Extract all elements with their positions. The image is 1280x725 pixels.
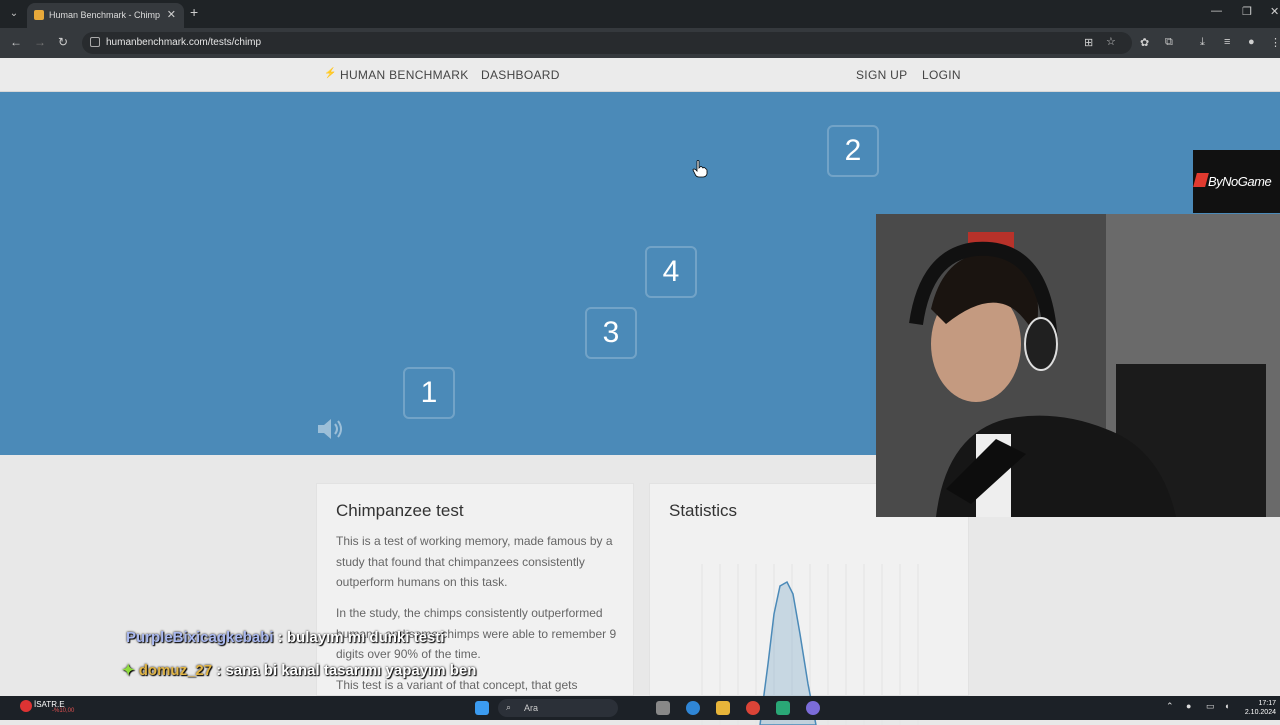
tray-chevron-icon[interactable]: ⌃ <box>1166 701 1174 712</box>
stock-change: -%10,00 <box>52 708 75 714</box>
number-cell-4[interactable]: 4 <box>645 246 697 298</box>
chat-message: ✦ domuz_27 : sana bi kanal tasarımı yapa… <box>122 661 476 679</box>
tab-search-icon[interactable]: ⌄ <box>6 6 22 22</box>
media-icon[interactable]: ≡ <box>1224 36 1230 48</box>
download-icon[interactable]: ⤓ <box>1200 36 1205 49</box>
search-icon: ⌕ <box>506 702 512 712</box>
stock-widget-icon[interactable] <box>20 700 32 712</box>
site-info-icon[interactable] <box>90 37 100 47</box>
nav-signup-link[interactable]: SIGN UP <box>856 68 907 82</box>
reload-icon[interactable]: ↻ <box>58 35 68 49</box>
stock-widget[interactable]: İSATR.E -%10,00 <box>34 700 74 714</box>
file-explorer-icon[interactable] <box>716 701 730 715</box>
taskbar-clock[interactable]: 17:17 2.10.2024 <box>1245 699 1276 717</box>
minimize-icon[interactable]: — <box>1211 5 1222 17</box>
volume-icon[interactable]: ◖ <box>1224 701 1229 711</box>
chat-text: : bulayım mı dunki testi <box>277 629 445 646</box>
extensions-puzzle-icon[interactable]: ⧉ <box>1165 36 1173 49</box>
extension-icon[interactable]: ✿ <box>1140 36 1149 49</box>
about-title: Chimpanzee test <box>336 501 464 520</box>
bolt-icon: ⚡ <box>324 68 337 79</box>
clock-time: 17:17 <box>1258 700 1276 707</box>
statistics-title: Statistics <box>669 501 738 520</box>
browser-tab-bar: ⌄ Human Benchmark - Chimp Test ✕ + — ❐ ✕ <box>0 0 1280 28</box>
chat-username: domuz_27 <box>138 662 213 679</box>
bookmark-star-icon[interactable]: ☆ <box>1106 35 1116 48</box>
start-icon[interactable] <box>475 701 489 715</box>
app-icon[interactable] <box>776 701 790 715</box>
edge-icon[interactable] <box>686 701 700 715</box>
taskbar-search[interactable]: ⌕ Ara <box>498 699 618 717</box>
windows-taskbar: İSATR.E -%10,00 ⌕ Ara ⌃ ● ▭ ◖ 17:17 2.10… <box>0 696 1280 720</box>
brand-text: ByNoGame <box>1208 174 1272 189</box>
network-icon[interactable]: ▭ <box>1206 701 1215 712</box>
url-text: humanbenchmark.com/tests/chimp <box>106 37 262 48</box>
search-placeholder: Ara <box>524 703 539 713</box>
mic-icon[interactable]: ● <box>1186 701 1191 711</box>
task-view-icon[interactable] <box>656 701 670 715</box>
close-tab-icon[interactable]: ✕ <box>167 8 176 21</box>
chat-text: : sana bi kanal tasarımı yapayım ben <box>216 662 477 679</box>
close-window-icon[interactable]: ✕ <box>1270 5 1279 18</box>
number-cell-1[interactable]: 1 <box>403 367 455 419</box>
discord-icon[interactable] <box>806 701 820 715</box>
profile-avatar[interactable]: ● <box>1248 36 1255 48</box>
webcam-overlay <box>876 214 1280 517</box>
translate-icon[interactable]: ⊞ <box>1084 36 1093 49</box>
about-paragraph-1: This is a test of working memory, made f… <box>336 534 613 589</box>
forward-icon[interactable]: → <box>34 35 46 49</box>
new-tab-button[interactable]: + <box>190 4 198 20</box>
nav-home-link[interactable]: HUMAN BENCHMARK <box>340 68 469 82</box>
chrome-icon[interactable] <box>746 701 760 715</box>
clock-date: 2.10.2024 <box>1244 709 1276 716</box>
chat-message: PurpleBixicagkebabi : bulayım mı dunki t… <box>126 629 444 646</box>
maximize-icon[interactable]: ❐ <box>1242 5 1252 18</box>
address-bar[interactable]: humanbenchmark.com/tests/chimp ⊞ ☆ <box>82 32 1132 54</box>
chat-username: PurpleBixicagkebabi <box>126 629 274 646</box>
favicon-icon <box>34 10 44 20</box>
number-cell-2[interactable]: 2 <box>827 125 879 177</box>
hand-cursor-icon <box>692 160 708 178</box>
browser-toolbar: ← → ↻ humanbenchmark.com/tests/chimp ⊞ ☆… <box>0 28 1280 58</box>
chat-badge-icon: ✦ <box>122 662 135 679</box>
bynogame-logo-icon <box>1193 173 1209 187</box>
nav-dashboard-link[interactable]: DASHBOARD <box>481 68 560 82</box>
site-nav: ⚡ HUMAN BENCHMARK DASHBOARD SIGN UP LOGI… <box>0 58 1280 92</box>
number-cell-3[interactable]: 3 <box>585 307 637 359</box>
back-icon[interactable]: ← <box>10 35 22 49</box>
nav-login-link[interactable]: LOGIN <box>922 68 961 82</box>
webcam-person-image <box>876 214 1280 517</box>
browser-tab[interactable]: Human Benchmark - Chimp Test ✕ <box>27 3 184 28</box>
sound-icon[interactable] <box>316 418 346 440</box>
tab-title: Human Benchmark - Chimp Test <box>49 10 161 20</box>
menu-icon[interactable]: ⋮ <box>1270 36 1280 49</box>
streamer-logo-overlay: ByNoGame <box>1193 150 1280 213</box>
